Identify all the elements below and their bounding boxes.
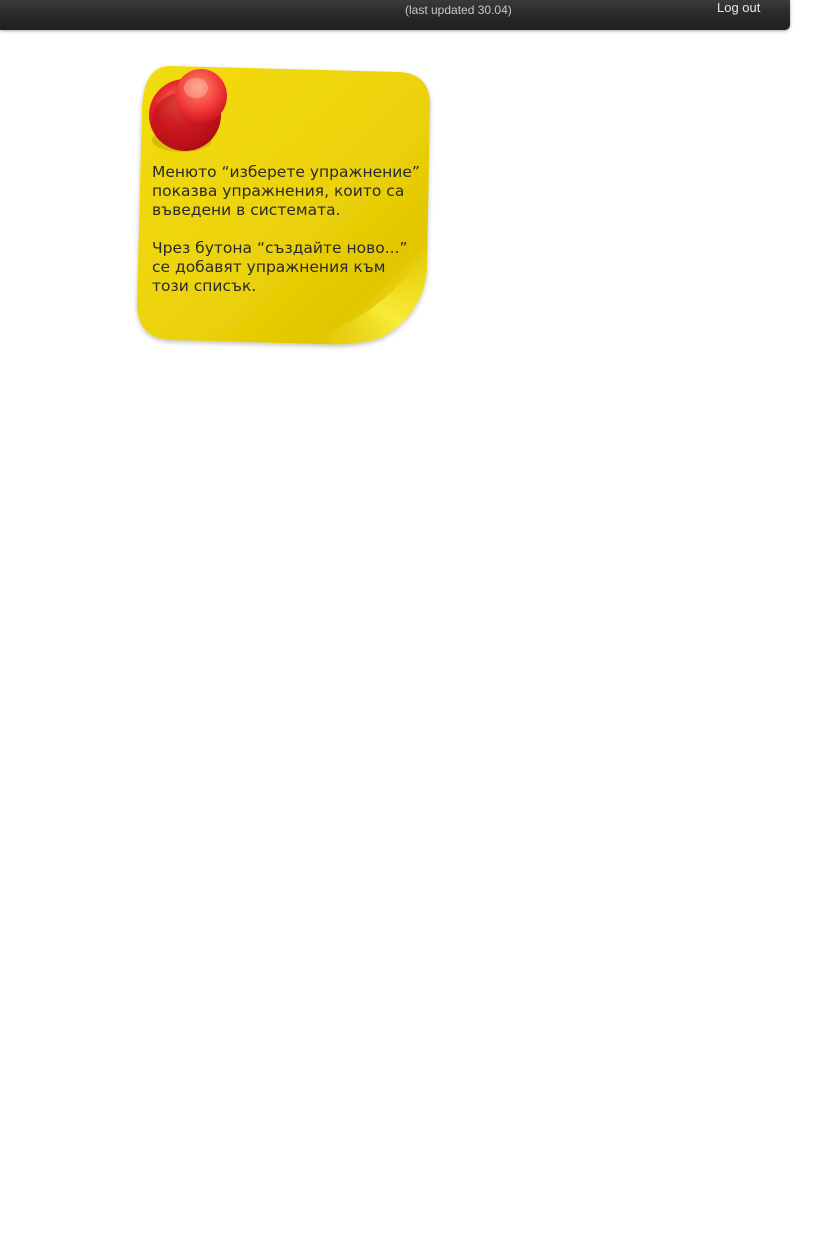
logout-link[interactable]: Log out xyxy=(717,0,760,15)
top-bar: (last updated 30.04) Log out xyxy=(0,0,790,30)
sticky-note-text: Менюто “изберете упражнение” показва упр… xyxy=(152,163,427,315)
pushpin-icon xyxy=(148,70,228,150)
last-updated-text: (last updated 30.04) xyxy=(405,3,512,17)
note-paragraph-1: Менюто “изберете упражнение” показва упр… xyxy=(152,163,420,219)
note-paragraph-2: Чрез бутона “създайте ново...” се добавя… xyxy=(152,239,408,295)
sticky-note: Менюто “изберете упражнение” показва упр… xyxy=(130,60,440,352)
